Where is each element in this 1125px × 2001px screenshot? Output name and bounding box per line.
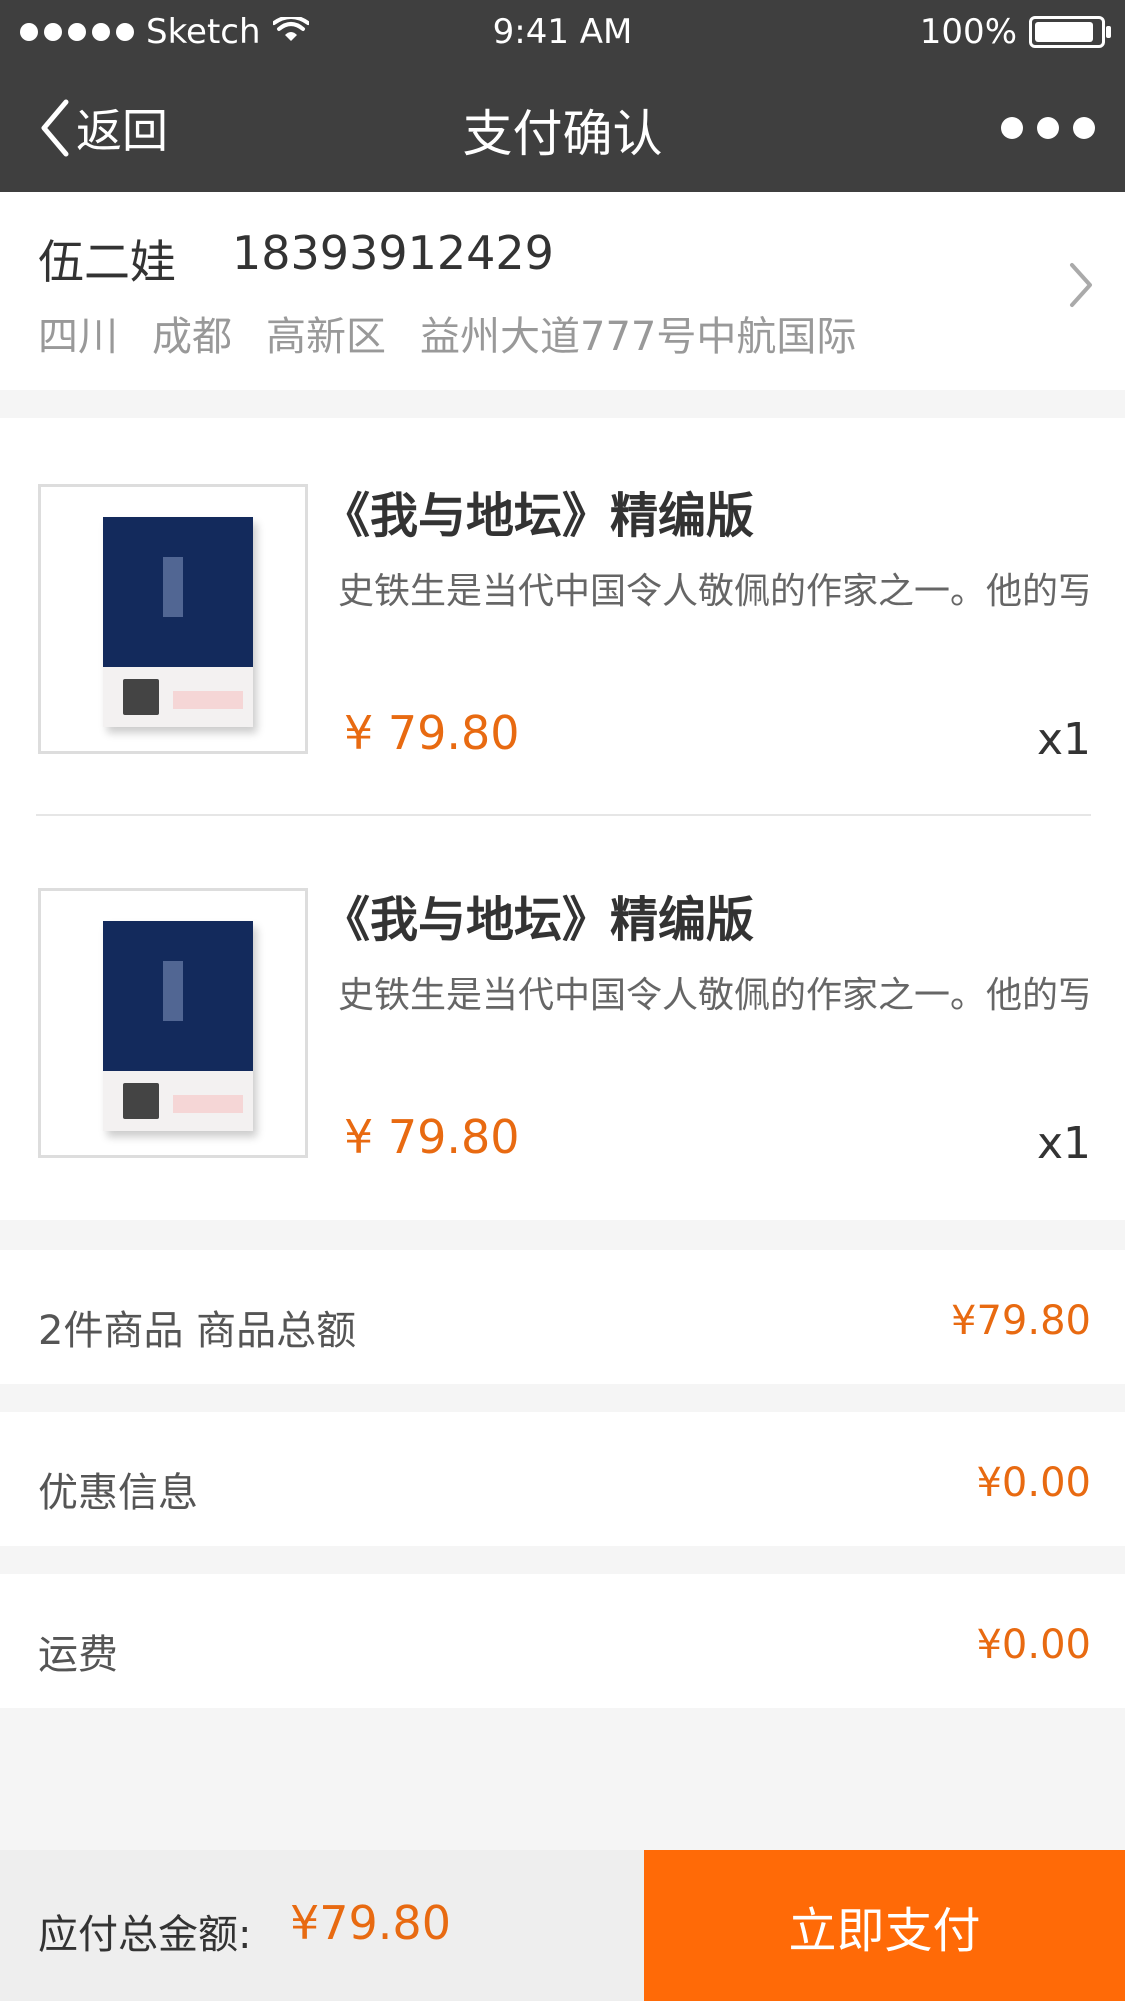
recipient-name: 伍二娃 bbox=[38, 235, 176, 289]
order-item[interactable]: 《我与地坛》精编版 史铁生是当代中国令人敬佩的作家之一。他的写 ¥ 79.80 … bbox=[0, 822, 1125, 1222]
item-quantity: x1 bbox=[1036, 714, 1091, 765]
battery-icon bbox=[1029, 16, 1111, 48]
total-amount-value: ¥79.80 bbox=[290, 1896, 451, 1950]
item-title: 《我与地坛》精编版 bbox=[322, 892, 755, 948]
battery-percent: 100% bbox=[919, 12, 1017, 52]
page-title: 支付确认 bbox=[462, 105, 663, 163]
address-province: 四川 bbox=[38, 314, 118, 360]
shipping-address-card[interactable]: 伍二娃 18393912429 四川 成都 高新区 益州大道777号中航国际 bbox=[0, 192, 1125, 390]
item-price: ¥ 79.80 bbox=[344, 1110, 520, 1164]
status-bar: Sketch 9:41 AM 100% bbox=[0, 0, 1125, 64]
total-amount-label: 应付总金额: bbox=[38, 1912, 252, 1958]
address-city: 成都 bbox=[152, 314, 232, 360]
book-cover-image bbox=[103, 517, 253, 727]
more-dots-icon bbox=[1001, 117, 1023, 139]
shipping-fee-row: 运费 ¥0.00 bbox=[0, 1574, 1125, 1708]
more-dots-icon bbox=[1073, 117, 1095, 139]
order-item[interactable]: 《我与地坛》精编版 史铁生是当代中国令人敬佩的作家之一。他的写 ¥ 79.80 … bbox=[0, 418, 1125, 818]
address-district: 高新区 bbox=[266, 314, 386, 360]
shipping-fee-label: 运费 bbox=[38, 1632, 118, 1678]
discount-label: 优惠信息 bbox=[38, 1470, 198, 1516]
item-quantity: x1 bbox=[1036, 1118, 1091, 1169]
discount-row[interactable]: 优惠信息 ¥0.00 bbox=[0, 1412, 1125, 1546]
navigation-bar: 返回 支付确认 bbox=[0, 64, 1125, 192]
goods-total-label: 2件商品 商品总额 bbox=[38, 1308, 357, 1354]
more-dots-icon bbox=[1037, 117, 1059, 139]
status-right: 100% bbox=[919, 10, 1111, 54]
address-street: 益州大道777号中航国际 bbox=[420, 314, 857, 360]
item-price: ¥ 79.80 bbox=[344, 706, 520, 760]
discount-value: ¥0.00 bbox=[976, 1460, 1091, 1506]
item-divider bbox=[36, 814, 1091, 816]
book-cover-image bbox=[103, 921, 253, 1131]
order-items-card: 《我与地坛》精编版 史铁生是当代中国令人敬佩的作家之一。他的写 ¥ 79.80 … bbox=[0, 418, 1125, 1220]
goods-total-value: ¥79.80 bbox=[951, 1298, 1091, 1344]
book-thumbnail bbox=[38, 484, 308, 754]
shipping-fee-value: ¥0.00 bbox=[976, 1622, 1091, 1668]
recipient-phone: 18393912429 bbox=[232, 226, 554, 280]
item-title: 《我与地坛》精编版 bbox=[322, 488, 755, 544]
goods-total-row: 2件商品 商品总额 ¥79.80 bbox=[0, 1250, 1125, 1384]
total-amount-area: 应付总金额: ¥79.80 bbox=[0, 1850, 644, 2001]
item-description: 史铁生是当代中国令人敬佩的作家之一。他的写 bbox=[338, 975, 1088, 1016]
book-thumbnail bbox=[38, 888, 308, 1158]
recipient-row: 伍二娃 18393912429 bbox=[38, 226, 554, 292]
more-button[interactable] bbox=[1001, 108, 1095, 148]
item-description: 史铁生是当代中国令人敬佩的作家之一。他的写 bbox=[338, 571, 1088, 612]
checkout-bar: 应付总金额: ¥79.80 立即支付 bbox=[0, 1850, 1125, 2001]
chevron-right-icon bbox=[1069, 262, 1093, 312]
pay-now-button[interactable]: 立即支付 bbox=[644, 1850, 1125, 2001]
address-line: 四川 成都 高新区 益州大道777号中航国际 bbox=[38, 304, 856, 362]
payment-confirm-screen: Sketch 9:41 AM 100% 返回 支付确认 伍二娃 18393912… bbox=[0, 0, 1125, 2001]
